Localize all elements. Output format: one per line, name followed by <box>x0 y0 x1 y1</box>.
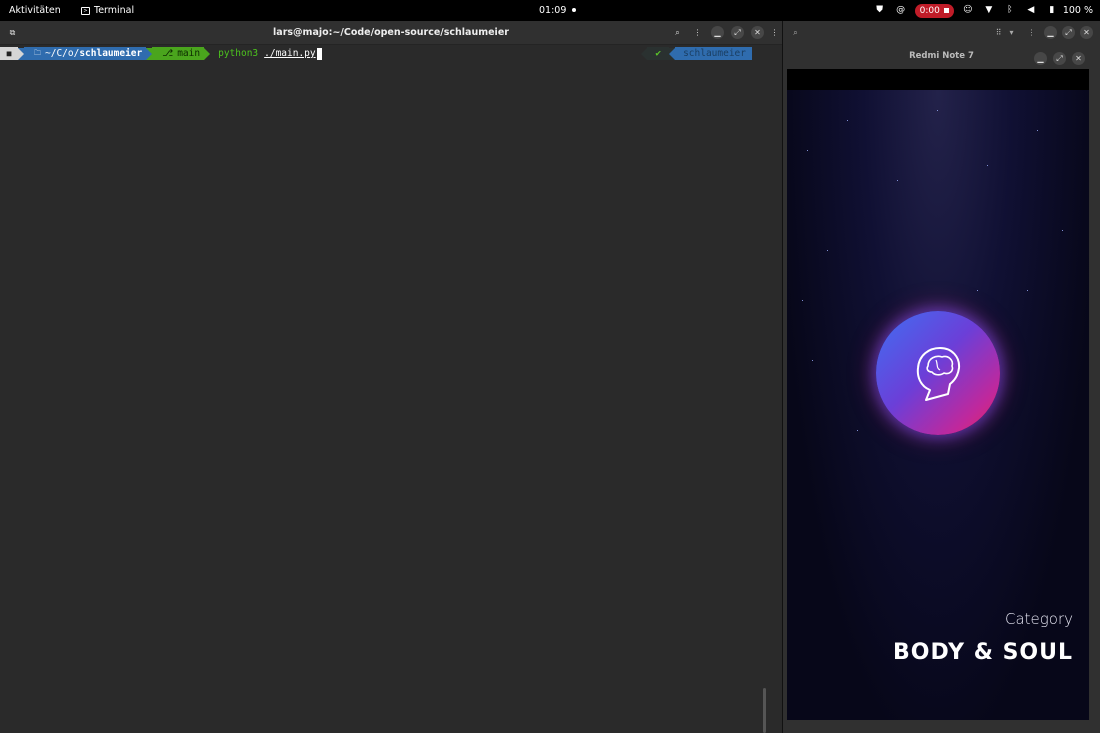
command-argument: ./main.py <box>264 48 316 59</box>
star <box>937 110 938 111</box>
exit-status: ✔ <box>647 47 670 60</box>
branch-name: main <box>177 48 201 59</box>
chevron-down-icon[interactable]: ▾ <box>1005 26 1018 39</box>
app-name: Terminal <box>94 5 135 16</box>
system-tray[interactable]: ⛊ @ 0:00 ☺ ▼ ᛒ ◀ ▮ 100 % <box>866 0 1093 21</box>
star <box>1062 230 1063 231</box>
close-icon[interactable]: ✕ <box>1072 52 1085 65</box>
scrollbar[interactable] <box>763 688 766 733</box>
category-name: BODY & SOUL <box>893 640 1073 665</box>
stop-icon <box>943 8 949 13</box>
star <box>977 290 978 291</box>
minimize-icon[interactable]: ▁ <box>711 26 724 39</box>
folder-icon: 🗀 <box>34 49 41 57</box>
star <box>1037 130 1038 131</box>
git-segment: ⎇ main <box>152 47 205 60</box>
right-prompt: ✔ schlaumeier <box>641 47 752 60</box>
volume-icon[interactable]: ◀ <box>1024 0 1038 21</box>
terminal-app-icon: > <box>81 6 90 15</box>
shell-prompt: ■ 🗀 ~/C/o/schlaumeier ⎇ main python3 ./m… <box>0 47 322 60</box>
virtualenv-name: schlaumeier <box>675 47 752 60</box>
menu-icon[interactable]: ⋮ <box>691 26 704 39</box>
star <box>827 250 828 251</box>
battery-level: 100 % <box>1062 5 1093 16</box>
maximize-icon[interactable]: ⤢ <box>731 26 744 39</box>
search-icon[interactable]: ⌕ <box>671 26 684 39</box>
directory-prefix: ~/C/o/ <box>45 48 80 59</box>
star <box>857 430 858 431</box>
maximize-icon[interactable]: ⤢ <box>1053 52 1066 65</box>
close-icon[interactable]: ✕ <box>751 26 764 39</box>
wifi-icon[interactable]: ▼ <box>982 0 996 21</box>
top-bar: Aktivitäten > Terminal 01:09 ⛊ @ 0:00 ☺ … <box>0 0 1100 21</box>
accessibility-icon[interactable]: ☺ <box>961 0 975 21</box>
device-mirror-window: ⌕ ⠿ ▾ ⋮ ▁ ⤢ ✕ Redmi Note 7 ▁ ⤢ ✕ Categor… <box>783 21 1100 733</box>
overflow-icon[interactable]: ⋮ <box>768 26 781 39</box>
text-cursor <box>316 47 322 60</box>
phone-screen[interactable]: Category BODY & SOUL <box>787 69 1089 720</box>
star <box>1027 290 1028 291</box>
screen-recording-indicator[interactable]: 0:00 <box>914 3 954 18</box>
category-label: Category <box>1005 610 1073 628</box>
minimize-icon[interactable]: ▁ <box>1034 52 1047 65</box>
terminal-body[interactable]: ■ 🗀 ~/C/o/schlaumeier ⎇ main python3 ./m… <box>0 45 782 733</box>
category-orb[interactable] <box>876 311 1000 435</box>
phone-status-bar <box>787 69 1089 90</box>
star <box>812 360 813 361</box>
git-icon: ⎇ <box>162 48 174 59</box>
shield-icon[interactable]: ⛊ <box>873 0 887 21</box>
star <box>802 300 803 301</box>
activities-button[interactable]: Aktivitäten <box>9 0 61 21</box>
bluetooth-icon[interactable]: ᛒ <box>1003 0 1017 21</box>
at-icon[interactable]: @ <box>894 0 908 21</box>
directory-segment: 🗀 ~/C/o/schlaumeier <box>24 47 147 60</box>
star <box>987 165 988 166</box>
terminal-headerbar: ⧉ lars@majo:~/Code/open-source/schlaumei… <box>0 21 782 45</box>
search-icon[interactable]: ⌕ <box>789 26 802 39</box>
brain-head-icon <box>916 347 961 401</box>
terminal-window: ⧉ lars@majo:~/Code/open-source/schlaumei… <box>0 21 782 733</box>
notification-dot <box>572 8 576 12</box>
minimize-icon[interactable]: ▁ <box>1044 26 1057 39</box>
device-toolbar: ⌕ ⠿ ▾ ⋮ ▁ ⤢ ✕ <box>783 21 1100 45</box>
star <box>897 180 898 181</box>
os-segment: ■ <box>0 47 18 60</box>
app-menu[interactable]: > Terminal <box>81 0 134 21</box>
star <box>847 120 848 121</box>
terminal-title: lars@majo:~/Code/open-source/schlaumeier <box>273 27 509 38</box>
clock[interactable]: 01:09 <box>539 0 566 21</box>
recording-time: 0:00 <box>919 5 940 16</box>
grid-icon[interactable]: ⠿ <box>992 26 1005 39</box>
directory-name: schlaumeier <box>79 48 143 59</box>
more-icon[interactable]: ⋮ <box>1025 26 1038 39</box>
command-text: python3 <box>218 48 259 59</box>
star <box>807 150 808 151</box>
segment-separator <box>204 47 211 60</box>
close-icon[interactable]: ✕ <box>1080 26 1093 39</box>
maximize-icon[interactable]: ⤢ <box>1062 26 1075 39</box>
battery-icon[interactable]: ▮ <box>1045 0 1059 21</box>
